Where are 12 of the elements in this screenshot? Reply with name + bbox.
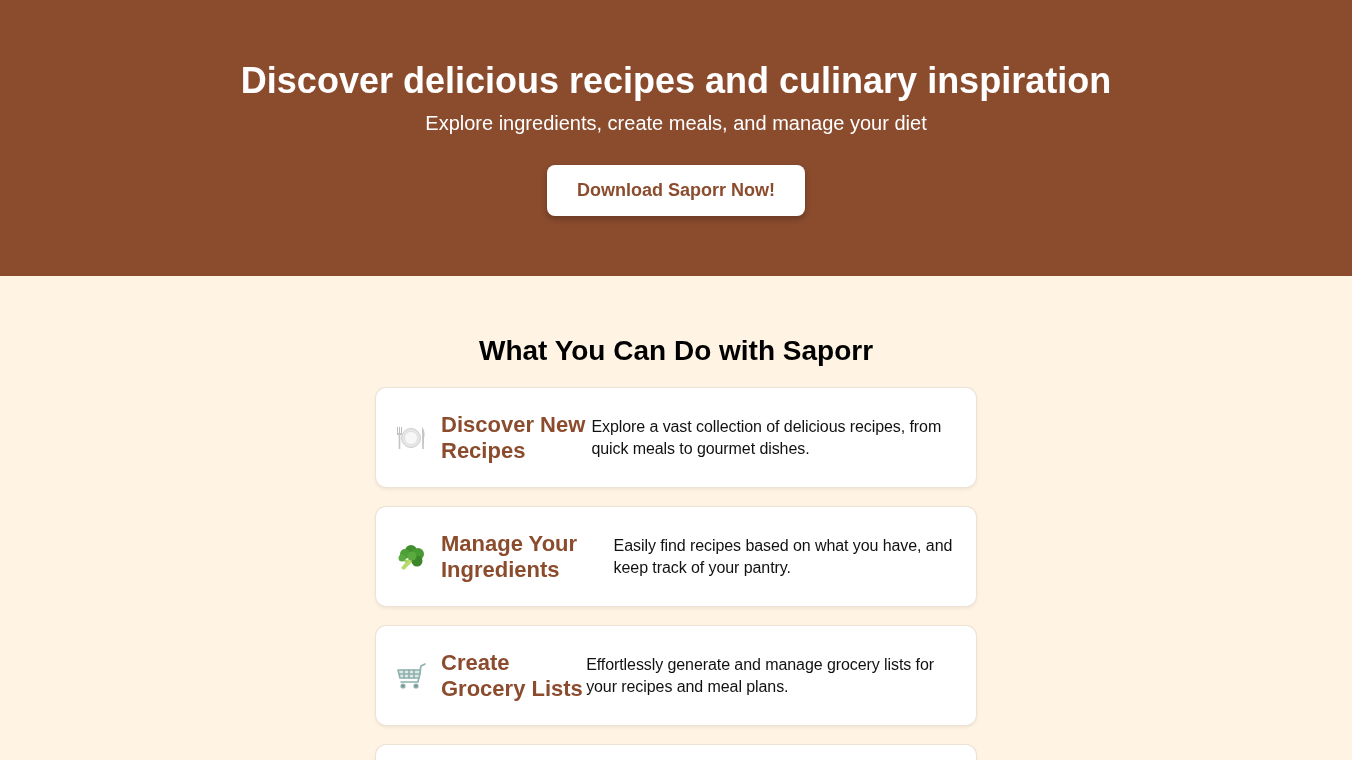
feature-description: Easily find recipes based on what you have, and keep track of your pantry. <box>613 535 954 578</box>
hero-subtitle: Explore ingredients, create meals, and manage your diet <box>425 112 927 135</box>
broccoli-icon <box>396 542 426 571</box>
hero-title: Discover delicious recipes and culinary inspiration <box>240 60 1112 101</box>
features-heading: What You Can Do with Saporr <box>478 335 874 367</box>
feature-description: Explore a vast collection of delicious recipes, from quick meals to gourmet dishes. <box>591 416 943 459</box>
feature-title: Manage Your Ingredients <box>441 530 579 583</box>
feature-title: Discover New Recipes <box>441 411 587 464</box>
feature-title: Create Grocery Lists <box>441 649 584 702</box>
download-button[interactable]: Download Saporr Now! <box>547 165 805 216</box>
feature-description: Effortlessly generate and manage grocery lists for your recipes and meal plans. <box>586 654 935 697</box>
shopping-cart-icon <box>396 661 426 690</box>
